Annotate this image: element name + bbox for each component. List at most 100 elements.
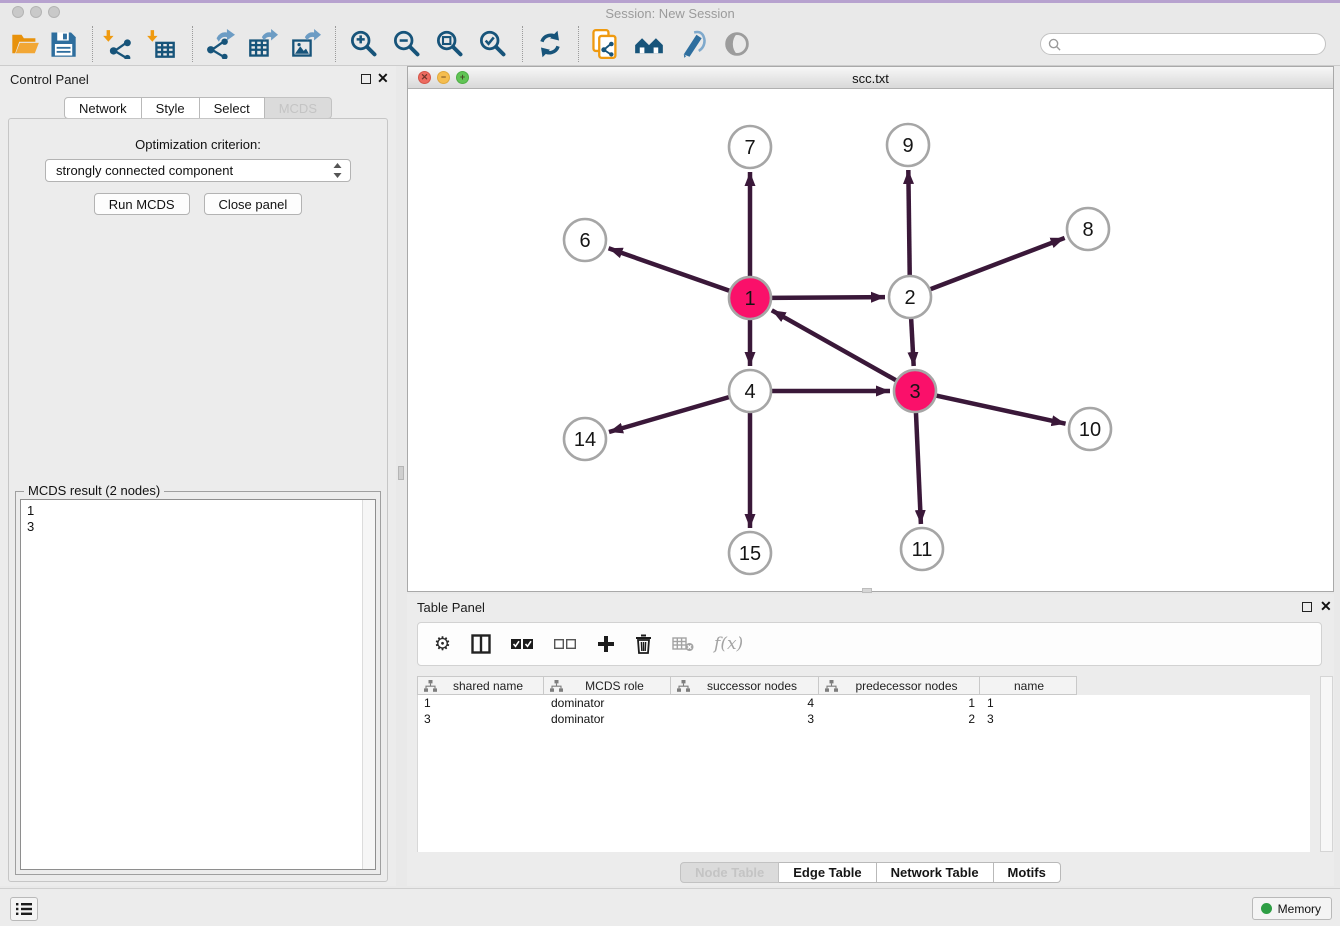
- close-panel-button[interactable]: Close panel: [204, 193, 303, 215]
- window-title: Session: New Session: [0, 6, 1340, 21]
- tab-select[interactable]: Select: [200, 97, 265, 119]
- node-15[interactable]: 15: [729, 532, 771, 574]
- edge-4-14[interactable]: [609, 397, 730, 432]
- annotation-pen-icon[interactable]: [678, 29, 708, 59]
- column-layout-icon[interactable]: [471, 634, 491, 654]
- cell[interactable]: 1: [418, 695, 545, 711]
- close-table-panel-icon[interactable]: ✕: [1320, 598, 1332, 614]
- node-4[interactable]: 4: [729, 370, 771, 412]
- zoom-out-icon[interactable]: [391, 29, 421, 59]
- export-network-icon[interactable]: [205, 29, 235, 59]
- select-all-icon[interactable]: [511, 638, 534, 650]
- tab-mcds[interactable]: MCDS: [265, 97, 332, 119]
- cell[interactable]: dominator: [545, 711, 672, 727]
- search-input[interactable]: [1061, 35, 1325, 53]
- node-table[interactable]: 1dominator4113dominator323: [417, 695, 1310, 852]
- delete-column-icon[interactable]: [635, 634, 652, 654]
- eye-icon[interactable]: [722, 29, 752, 59]
- vertical-splitter[interactable]: [396, 66, 407, 886]
- table-scrollbar[interactable]: [1320, 676, 1333, 852]
- result-scrollbar[interactable]: [362, 500, 375, 869]
- node-1[interactable]: 1: [729, 277, 771, 319]
- node-8[interactable]: 8: [1067, 208, 1109, 250]
- node-11[interactable]: 11: [901, 528, 943, 570]
- edge-1-6[interactable]: [609, 248, 731, 291]
- table-panel: Table Panel ✕ ⚙ f(x): [407, 594, 1334, 886]
- tab-network-table[interactable]: Network Table: [877, 862, 994, 883]
- tab-edge-table[interactable]: Edge Table: [779, 862, 876, 883]
- node-7[interactable]: 7: [729, 126, 771, 168]
- column-header-predecessor-nodes[interactable]: predecessor nodes: [819, 676, 980, 695]
- node-10[interactable]: 10: [1069, 408, 1111, 450]
- cell[interactable]: 4: [672, 695, 820, 711]
- table-row[interactable]: 3dominator323: [418, 711, 1310, 727]
- memory-button[interactable]: Memory: [1252, 897, 1332, 920]
- tab-node-table[interactable]: Node Table: [680, 862, 779, 883]
- node-9[interactable]: 9: [887, 124, 929, 166]
- cell[interactable]: 2: [820, 711, 981, 727]
- home-icon[interactable]: [634, 29, 664, 59]
- node-6[interactable]: 6: [564, 219, 606, 261]
- export-image-icon[interactable]: [291, 29, 321, 59]
- run-mcds-button[interactable]: Run MCDS: [94, 193, 190, 215]
- edge-2-9[interactable]: [908, 170, 909, 276]
- column-header-successor-nodes[interactable]: successor nodes: [671, 676, 819, 695]
- zoom-in-icon[interactable]: [348, 29, 378, 59]
- edge-1-2[interactable]: [771, 297, 885, 298]
- node-2[interactable]: 2: [889, 276, 931, 318]
- function-builder-icon[interactable]: f(x): [714, 634, 743, 654]
- tab-motifs[interactable]: Motifs: [994, 862, 1061, 883]
- settings-gear-icon[interactable]: ⚙: [434, 633, 451, 656]
- zoom-selected-icon[interactable]: [477, 29, 507, 59]
- network-window-titlebar[interactable]: ✕ − + scc.txt: [408, 67, 1333, 89]
- optimization-criterion-select[interactable]: strongly connected component: [45, 159, 351, 182]
- cell[interactable]: 1: [820, 695, 981, 711]
- table-row[interactable]: 1dominator411: [418, 695, 1310, 711]
- zoom-fit-icon[interactable]: [434, 29, 464, 59]
- table-header-row: shared nameMCDS rolesuccessor nodesprede…: [417, 676, 1077, 695]
- cell[interactable]: dominator: [545, 695, 672, 711]
- float-panel-icon[interactable]: [361, 74, 371, 84]
- edge-3-1[interactable]: [772, 310, 897, 380]
- close-panel-icon[interactable]: ✕: [377, 70, 389, 86]
- list-icon: [15, 902, 33, 916]
- edge-3-11[interactable]: [916, 412, 921, 524]
- unselect-all-icon[interactable]: [554, 638, 577, 650]
- network-canvas[interactable]: 1 2 3 4 6 7 8 9 10 11 14 15: [408, 89, 1333, 591]
- svg-text:4: 4: [744, 381, 755, 403]
- float-table-panel-icon[interactable]: [1302, 602, 1312, 612]
- import-network-icon[interactable]: [102, 29, 132, 59]
- splitter-handle[interactable]: [398, 466, 404, 480]
- application-window: Session: New Session: [0, 0, 1340, 926]
- column-sort-icon: [424, 680, 437, 692]
- cell[interactable]: 1: [981, 695, 1078, 711]
- save-session-icon[interactable]: [48, 29, 78, 59]
- cell[interactable]: 3: [418, 711, 545, 727]
- task-history-button[interactable]: [10, 897, 38, 921]
- column-header-shared-name[interactable]: shared name: [417, 676, 544, 695]
- tab-style[interactable]: Style: [142, 97, 200, 119]
- import-table-icon[interactable]: [146, 29, 176, 59]
- delete-table-icon[interactable]: [672, 636, 694, 652]
- refresh-icon[interactable]: [535, 29, 565, 59]
- edge-3-10[interactable]: [936, 395, 1066, 423]
- export-table-icon[interactable]: [248, 29, 278, 59]
- open-file-icon[interactable]: [10, 29, 40, 59]
- column-sort-icon: [550, 680, 563, 692]
- node-14[interactable]: 14: [564, 418, 606, 460]
- horizontal-splitter-handle[interactable]: [862, 588, 872, 593]
- search-field[interactable]: [1040, 33, 1326, 55]
- column-header-name[interactable]: name: [980, 676, 1077, 695]
- copy-network-icon[interactable]: [590, 29, 620, 59]
- column-header-MCDS-role[interactable]: MCDS role: [544, 676, 671, 695]
- edge-2-3[interactable]: [911, 318, 914, 366]
- network-graph[interactable]: 1 2 3 4 6 7 8 9 10 11 14 15: [408, 89, 1333, 591]
- main-toolbar: [0, 22, 1340, 66]
- cell[interactable]: 3: [672, 711, 820, 727]
- tab-network[interactable]: Network: [64, 97, 142, 119]
- node-3[interactable]: 3: [894, 370, 936, 412]
- mcds-result-textarea[interactable]: 1 3: [20, 499, 376, 870]
- cell[interactable]: 3: [981, 711, 1078, 727]
- add-column-icon[interactable]: [597, 635, 615, 653]
- edge-2-8[interactable]: [930, 238, 1065, 290]
